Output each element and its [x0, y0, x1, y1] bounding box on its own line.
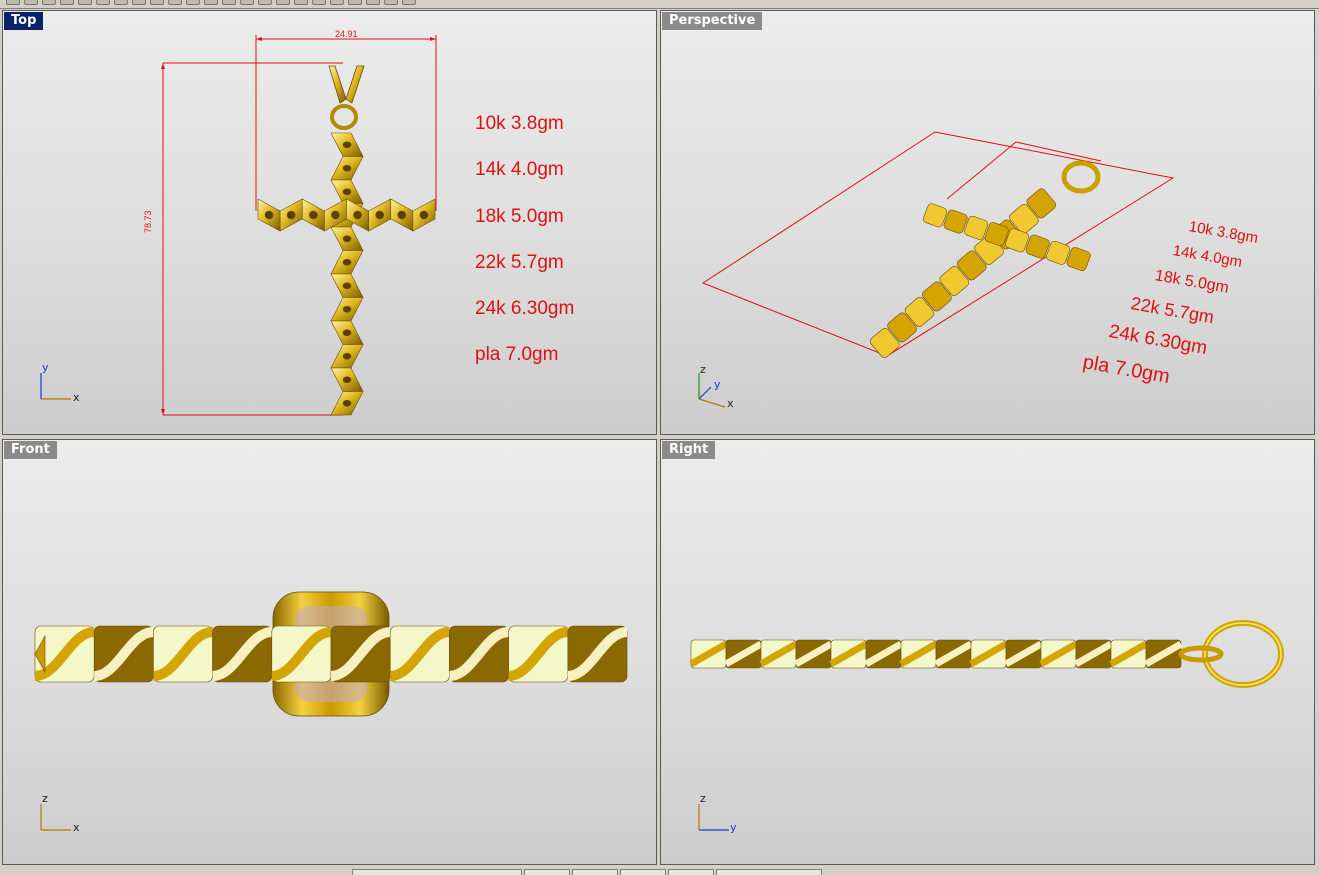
right-view-canvas — [689, 620, 1284, 831]
braid-gap — [419, 210, 429, 220]
sphere-icon[interactable] — [366, 0, 380, 5]
braid-gap — [342, 282, 352, 290]
statusbar-snap[interactable] — [524, 869, 570, 875]
properties-icon[interactable] — [294, 0, 308, 5]
braid-gap — [309, 210, 318, 220]
braid-gap — [264, 210, 274, 220]
zoom-extents-icon[interactable] — [222, 0, 236, 5]
statusbar-planar[interactable] — [620, 869, 666, 875]
statusbar — [0, 867, 1319, 875]
zoom-window-icon[interactable] — [204, 0, 218, 5]
axis-z-label-right: z — [700, 792, 706, 805]
axis-icon-right — [698, 804, 729, 831]
axis-x-label-perspective: x — [727, 397, 734, 410]
weight-22k: 22k 5.7gm — [475, 251, 564, 273]
zoom-selected-icon[interactable] — [240, 0, 254, 5]
axis-y-label-top: y — [42, 361, 49, 374]
braid-gap — [342, 188, 352, 196]
save-icon[interactable] — [42, 0, 56, 5]
undo-icon[interactable] — [132, 0, 146, 5]
statusbar-layer[interactable] — [716, 869, 822, 875]
render-icon[interactable] — [330, 0, 344, 5]
new-icon[interactable] — [6, 0, 20, 5]
statusbar-coordinates — [352, 869, 522, 875]
dimension-height-label: 78.73 — [143, 210, 153, 233]
viewport-right[interactable]: Right z y — [660, 439, 1315, 865]
axis-z-label-perspective: z — [700, 363, 706, 376]
dimension-arrows — [161, 37, 436, 415]
braid-gap — [331, 210, 340, 220]
braid-gap — [353, 210, 362, 220]
axis-y-label-perspective: y — [714, 378, 721, 391]
front-view-canvas — [34, 591, 628, 831]
weight-14k: 14k 4.0gm — [475, 159, 564, 181]
braid-gap — [342, 141, 352, 149]
weight-24k: 24k 6.30gm — [475, 298, 575, 320]
open-icon[interactable] — [24, 0, 38, 5]
cross-vertical — [330, 132, 364, 416]
axis-icon-top — [40, 373, 71, 400]
perspective-bail — [1061, 160, 1101, 194]
globe-icon[interactable] — [384, 0, 398, 5]
front-braid — [34, 625, 628, 683]
weight-list-top: 10k 3.8gm 14k 4.0gm 18k 5.0gm 22k 5.7gm … — [475, 101, 574, 379]
braid-gap — [342, 399, 352, 407]
right-bail-ring — [1178, 620, 1284, 688]
axis-icon-front — [40, 804, 71, 831]
viewport-top[interactable]: Top y x 24.91 78.73 10k 3.8gm 14k 4.0gm … — [2, 10, 657, 435]
weight-18k: 18k 5.0gm — [475, 205, 564, 227]
axis-z-label-front: z — [42, 792, 48, 805]
braid-gap — [342, 329, 352, 337]
dimension-width-label: 24.91 — [335, 29, 358, 39]
braid-gap — [342, 352, 352, 360]
zoom-icon[interactable] — [186, 0, 200, 5]
weight-pla: pla 7.0gm — [475, 344, 559, 366]
material-icon[interactable] — [348, 0, 362, 5]
weight-10k: 10k 3.8gm — [475, 113, 564, 134]
shade-icon[interactable] — [312, 0, 326, 5]
braid-gap — [397, 210, 407, 220]
perspective-cross — [869, 188, 1091, 358]
axis-x-label-top: x — [73, 391, 80, 404]
statusbar-ortho[interactable] — [572, 869, 618, 875]
braid-gap — [342, 164, 352, 172]
pan-icon[interactable] — [150, 0, 164, 5]
viewport-front[interactable]: Front z x — [2, 439, 657, 865]
perspective-dimension-frame — [701, 131, 1175, 357]
dimension-lines — [162, 35, 437, 416]
viewport-perspective[interactable]: Perspective z y x 10k 3.8gm 14k 4.0gm 18… — [660, 10, 1315, 435]
statusbar-osnap[interactable] — [668, 869, 714, 875]
braid-gap — [375, 210, 384, 220]
braid-gap — [342, 376, 352, 384]
rotate-view-icon[interactable] — [168, 0, 182, 5]
right-braid — [689, 639, 1183, 669]
paste-icon[interactable] — [114, 0, 128, 5]
help-icon[interactable] — [402, 0, 416, 5]
axis-y-label-right: y — [730, 821, 737, 834]
cut-icon[interactable] — [78, 0, 92, 5]
axis-x-label-front: x — [73, 821, 80, 834]
print-icon[interactable] — [60, 0, 74, 5]
copy-icon[interactable] — [96, 0, 110, 5]
toolbar — [0, 0, 1319, 9]
axis-icon-perspective — [698, 373, 726, 408]
layer-icon[interactable] — [276, 0, 290, 5]
braid-gap — [342, 258, 352, 266]
braid-gap — [286, 210, 296, 220]
grid-icon[interactable] — [258, 0, 272, 5]
braid-gap — [342, 305, 352, 313]
bail — [328, 65, 365, 130]
braid-gap — [342, 235, 352, 243]
